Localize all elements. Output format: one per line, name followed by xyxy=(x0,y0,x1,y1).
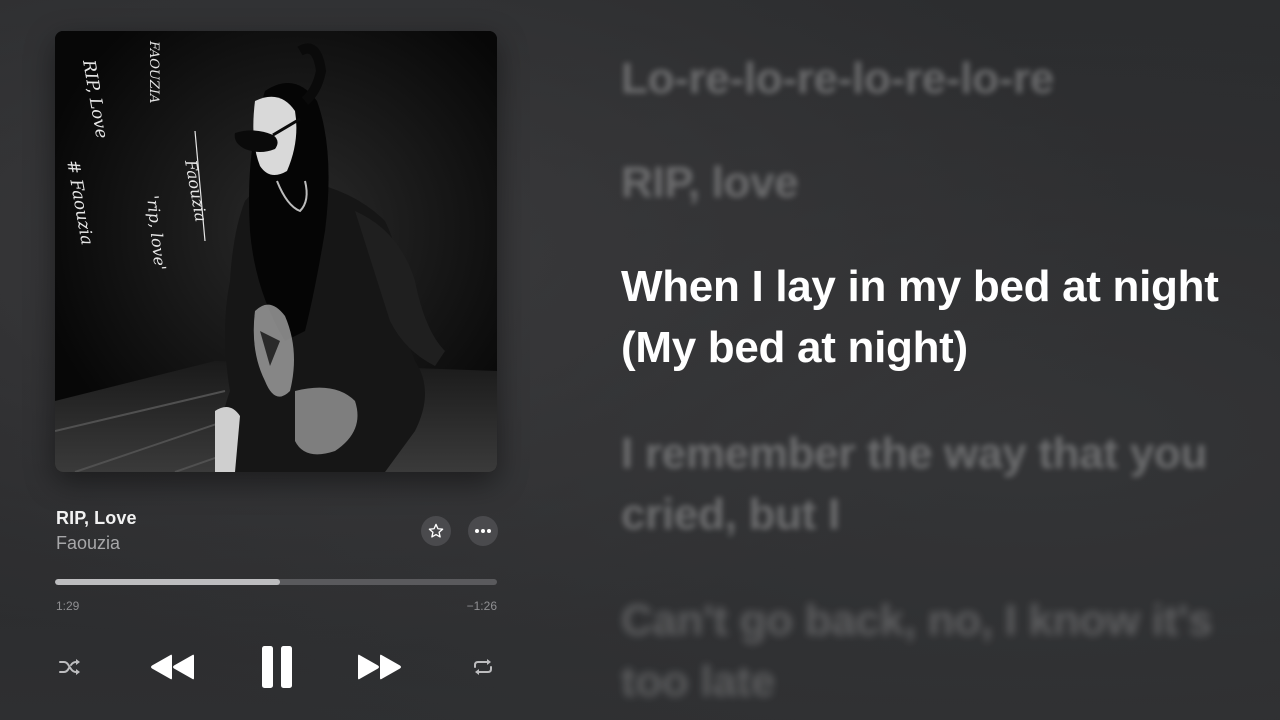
pause-icon xyxy=(262,646,292,688)
lyric-line[interactable]: I remember the way that you cried, but I xyxy=(621,423,1221,545)
pause-button[interactable] xyxy=(257,644,297,690)
lyric-line[interactable]: Can't go back, no, I know it's too late xyxy=(621,590,1221,712)
track-title: RIP, Love xyxy=(56,508,137,528)
lyric-line-current[interactable]: When I lay in my bed at night (My bed at… xyxy=(621,256,1221,378)
elapsed-time: 1:29 xyxy=(56,599,80,613)
lyric-line[interactable]: RIP, love xyxy=(621,152,1221,213)
track-artist[interactable]: Faouzia xyxy=(56,533,120,554)
star-icon xyxy=(428,523,444,538)
now-playing-screen: FAOUZIA RIP, Love # Faouzia Faouzia 'rip… xyxy=(0,0,1280,720)
ellipsis-icon xyxy=(475,529,491,533)
lyrics-panel: Lo-re-lo-re-lo-re-lo-re RIP, love When I… xyxy=(621,0,1241,720)
repeat-button[interactable] xyxy=(472,656,494,678)
lyric-line[interactable]: Lo-re-lo-re-lo-re-lo-re xyxy=(621,48,1221,109)
album-artwork: FAOUZIA RIP, Love # Faouzia Faouzia 'rip… xyxy=(55,31,497,472)
artwork-handwriting: FAOUZIA xyxy=(146,40,161,103)
rewind-button[interactable] xyxy=(148,650,196,684)
progress-fill xyxy=(55,579,281,585)
remaining-time: −1:26 xyxy=(466,599,497,613)
shuffle-button[interactable] xyxy=(58,656,82,678)
playback-progress-bar[interactable] xyxy=(55,579,497,585)
shuffle-icon xyxy=(59,659,80,675)
rewind-icon xyxy=(151,654,194,680)
favorite-button[interactable] xyxy=(421,516,451,546)
fast-forward-button[interactable] xyxy=(356,650,404,684)
album-artwork-image: FAOUZIA RIP, Love # Faouzia Faouzia 'rip… xyxy=(55,31,497,472)
fast-forward-icon xyxy=(358,654,401,680)
more-options-button[interactable] xyxy=(468,516,498,546)
repeat-icon xyxy=(474,659,492,675)
